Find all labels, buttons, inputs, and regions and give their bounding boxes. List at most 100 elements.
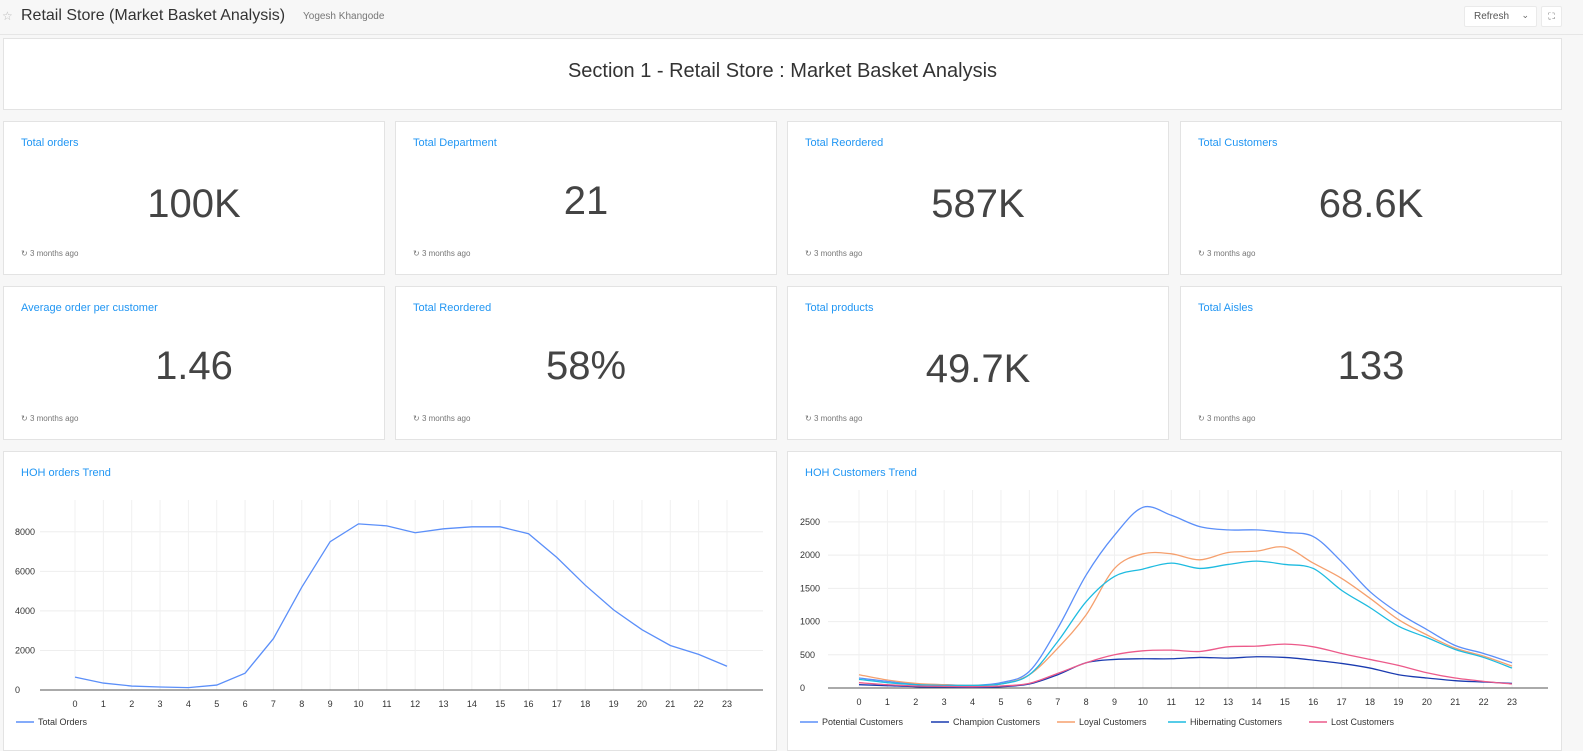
legend-label: Potential Customers xyxy=(822,717,904,727)
counter-value: 49.7K xyxy=(925,347,1031,391)
x-tick-label: 4 xyxy=(186,699,191,709)
counter-total-department: Total Department 21 ↻ 3 months ago xyxy=(395,121,777,275)
chevron-down-icon[interactable]: ⌄ xyxy=(1521,10,1529,21)
counter-value: 133 xyxy=(1337,344,1405,388)
x-tick-label: 1 xyxy=(885,697,890,707)
x-tick-label: 15 xyxy=(495,699,505,709)
x-tick-label: 21 xyxy=(665,699,675,709)
x-tick-label: 20 xyxy=(1422,697,1432,707)
x-tick-label: 16 xyxy=(1308,697,1318,707)
x-tick-label: 8 xyxy=(1084,697,1089,707)
counter-average-order: Average order per customer 1.46 ↻ 3 mont… xyxy=(3,286,385,440)
counter-title[interactable]: Total Reordered xyxy=(805,137,883,149)
fullscreen-icon[interactable]: ⛶ xyxy=(1541,6,1562,27)
counter-total-customers: Total Customers 68.6K ↻ 3 months ago xyxy=(1180,121,1562,275)
y-tick-label: 1500 xyxy=(800,583,820,593)
refresh-icon: ↻ xyxy=(413,414,420,423)
x-tick-label: 14 xyxy=(1251,697,1261,707)
x-tick-label: 9 xyxy=(1112,697,1117,707)
x-tick-label: 10 xyxy=(353,699,363,709)
customers-trend-chart[interactable]: 050010001500200025000 1 2 3 4 5 6 7 8 9 10 11 12 13 14… xyxy=(788,452,1561,750)
refresh-button[interactable]: Refresh ⌄ xyxy=(1464,6,1537,27)
x-tick-label: 2 xyxy=(913,697,918,707)
x-tick-label: 5 xyxy=(998,697,1003,707)
dashboard-header: ☆ Retail Store (Market Basket Analysis) … xyxy=(0,0,1583,35)
x-tick-label: 19 xyxy=(1393,697,1403,707)
x-tick-label: 21 xyxy=(1450,697,1460,707)
x-tick-label: 22 xyxy=(694,699,704,709)
x-tick-label: 3 xyxy=(942,697,947,707)
y-tick-label: 500 xyxy=(800,650,815,660)
counter-updated: ↻ 3 months ago xyxy=(1198,414,1256,423)
refresh-icon: ↻ xyxy=(21,249,28,258)
x-tick-label: 2 xyxy=(129,699,134,709)
x-tick-label: 3 xyxy=(158,699,163,709)
x-tick-label: 7 xyxy=(271,699,276,709)
x-tick-label: 1 xyxy=(101,699,106,709)
series-line xyxy=(74,523,728,689)
x-tick-label: 11 xyxy=(1167,697,1176,707)
y-tick-label: 2500 xyxy=(800,517,820,527)
y-tick-label: 2000 xyxy=(800,550,820,560)
refresh-button-label: Refresh xyxy=(1474,11,1510,22)
y-tick-label: 6000 xyxy=(15,566,35,576)
counter-value: 100K xyxy=(147,182,241,226)
x-tick-label: 7 xyxy=(1055,697,1060,707)
counter-reordered-percent: Total Reordered 58% ↻ 3 months ago xyxy=(395,286,777,440)
counter-updated: ↻ 3 months ago xyxy=(413,414,471,423)
refresh-icon: ↻ xyxy=(805,249,812,258)
counter-title[interactable]: Total Reordered xyxy=(413,302,491,314)
y-tick-label: 8000 xyxy=(15,527,35,537)
refresh-icon: ↻ xyxy=(805,414,812,423)
x-tick-label: 23 xyxy=(722,699,732,709)
section-header-panel: Section 1 - Retail Store : Market Basket… xyxy=(3,38,1562,110)
counter-value: 1.46 xyxy=(155,344,233,388)
y-tick-label: 2000 xyxy=(15,645,35,655)
counter-value: 587K xyxy=(931,182,1025,226)
counter-title[interactable]: Total products xyxy=(805,302,873,314)
counter-title[interactable]: Total Customers xyxy=(1198,137,1277,149)
y-tick-label: 0 xyxy=(15,685,20,695)
counter-total-reordered: Total Reordered 587K ↻ 3 months ago xyxy=(787,121,1169,275)
counter-total-orders: Total orders 100K ↻ 3 months ago xyxy=(3,121,385,275)
legend-label: Hibernating Customers xyxy=(1190,717,1283,727)
counter-title[interactable]: Average order per customer xyxy=(21,302,158,314)
counter-title[interactable]: Total Department xyxy=(413,137,497,149)
section-title: Section 1 - Retail Store : Market Basket… xyxy=(567,60,998,82)
x-tick-label: 17 xyxy=(552,699,562,709)
counter-total-aisles: Total Aisles 133 ↻ 3 months ago xyxy=(1180,286,1562,440)
legend-label: Loyal Customers xyxy=(1079,717,1147,727)
orders-trend-panel: HOH orders Trend 0 2000 4000 6000 8000 0 1 2 3 4 5… xyxy=(3,451,777,751)
x-tick-label: 13 xyxy=(439,699,449,709)
x-tick-label: 18 xyxy=(1365,697,1375,707)
x-tick-label: 4 xyxy=(970,697,975,707)
counter-updated: ↻ 3 months ago xyxy=(21,249,79,258)
dashboard-author[interactable]: Yogesh Khangode xyxy=(303,11,384,22)
x-tick-label: 18 xyxy=(580,699,590,709)
x-tick-label: 11 xyxy=(382,699,391,709)
y-tick-label: 4000 xyxy=(15,606,35,616)
y-tick-label: 1000 xyxy=(800,617,820,627)
orders-trend-chart[interactable]: 020004000600080000 1 2 3 4 5 6 7 8 9 10 11 12 13 14 15 1… xyxy=(4,452,776,750)
counter-updated: ↻ 3 months ago xyxy=(805,414,863,423)
x-tick-label: 17 xyxy=(1337,697,1347,707)
x-tick-label: 6 xyxy=(243,699,248,709)
x-tick-label: 9 xyxy=(328,699,333,709)
series-line xyxy=(858,656,1513,688)
x-tick-label: 19 xyxy=(609,699,619,709)
x-tick-label: 0 xyxy=(856,697,861,707)
counter-updated: ↻ 3 months ago xyxy=(805,249,863,258)
legend-label: Lost Customers xyxy=(1331,717,1395,727)
counter-title[interactable]: Total Aisles xyxy=(1198,302,1253,314)
x-tick-label: 5 xyxy=(214,699,219,709)
series-line xyxy=(858,546,1513,687)
series-line xyxy=(858,560,1513,687)
customers-trend-panel: HOH Customers Trend 0 500 1000 1500 2000 2500… xyxy=(787,451,1562,751)
x-tick-label: 15 xyxy=(1280,697,1290,707)
star-icon[interactable]: ☆ xyxy=(2,9,13,23)
x-tick-label: 16 xyxy=(524,699,534,709)
counter-title[interactable]: Total orders xyxy=(21,137,78,149)
counter-total-products: Total products 49.7K ↻ 3 months ago xyxy=(787,286,1169,440)
dashboard-title: Retail Store (Market Basket Analysis) xyxy=(21,7,286,24)
legend-label: Champion Customers xyxy=(953,717,1041,727)
